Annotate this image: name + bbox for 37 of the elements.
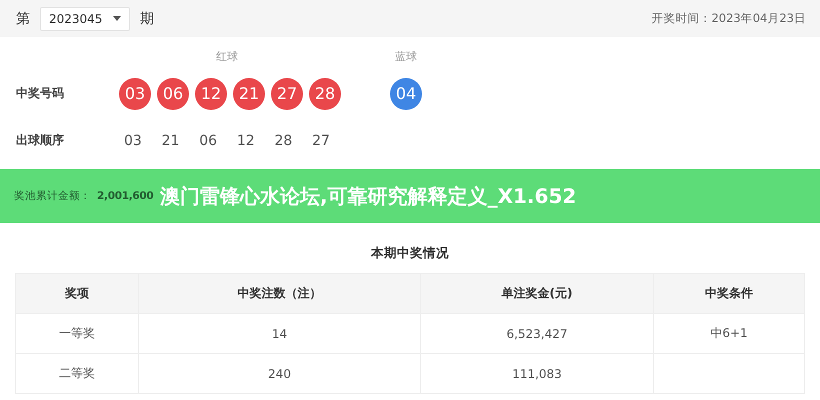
order-number: 03	[124, 132, 142, 148]
prize-pool-label: 奖池累计金额：	[14, 189, 91, 203]
lottery-ball: 04	[390, 78, 422, 110]
column-header: 中奖注数（注）	[138, 274, 420, 314]
order-number: 27	[312, 132, 330, 148]
column-header: 奖项	[16, 274, 138, 314]
group-label: 蓝球	[395, 49, 417, 65]
period-suffix: 期	[140, 10, 154, 28]
lottery-ball: 27	[271, 78, 303, 110]
table-cell: 中6+1	[710, 326, 748, 340]
lottery-ball: 06	[157, 78, 189, 110]
lottery-ball: 03	[119, 78, 151, 110]
column-header: 中奖条件	[654, 274, 804, 314]
caret-icon	[113, 16, 121, 21]
group-label: 红球	[216, 49, 238, 65]
table-cell: 6,523,427	[506, 326, 568, 340]
row-label: 中奖号码	[15, 85, 65, 102]
order-number: 12	[236, 132, 255, 148]
draw-date: 开奖时间：2023年04月23日	[651, 11, 806, 26]
order-number: 06	[199, 132, 218, 148]
table-cell: 14	[272, 326, 288, 340]
period-prefix: 第	[16, 10, 30, 28]
banner-title: 澳门雷锋心水论坛,可靠研究解释定义_X1.652	[160, 182, 576, 210]
order-number: 28	[274, 132, 292, 148]
table-cell: 一等奖	[59, 326, 95, 340]
lottery-ball: 28	[309, 78, 341, 110]
table-cell: 111,083	[512, 366, 562, 380]
table-cell: 240	[268, 366, 291, 380]
lottery-ball: 12	[195, 78, 227, 110]
column-header: 单注奖金(元)	[420, 274, 654, 314]
row-label: 出球顺序	[15, 132, 65, 149]
table-title: 本期中奖情况	[370, 245, 450, 262]
prize-pool-value: 2,001,600	[97, 190, 154, 202]
table-cell: 二等奖	[59, 366, 95, 380]
period-select[interactable]: 2023045	[40, 6, 130, 30]
order-number: 21	[162, 132, 180, 148]
lottery-ball: 21	[233, 78, 265, 110]
